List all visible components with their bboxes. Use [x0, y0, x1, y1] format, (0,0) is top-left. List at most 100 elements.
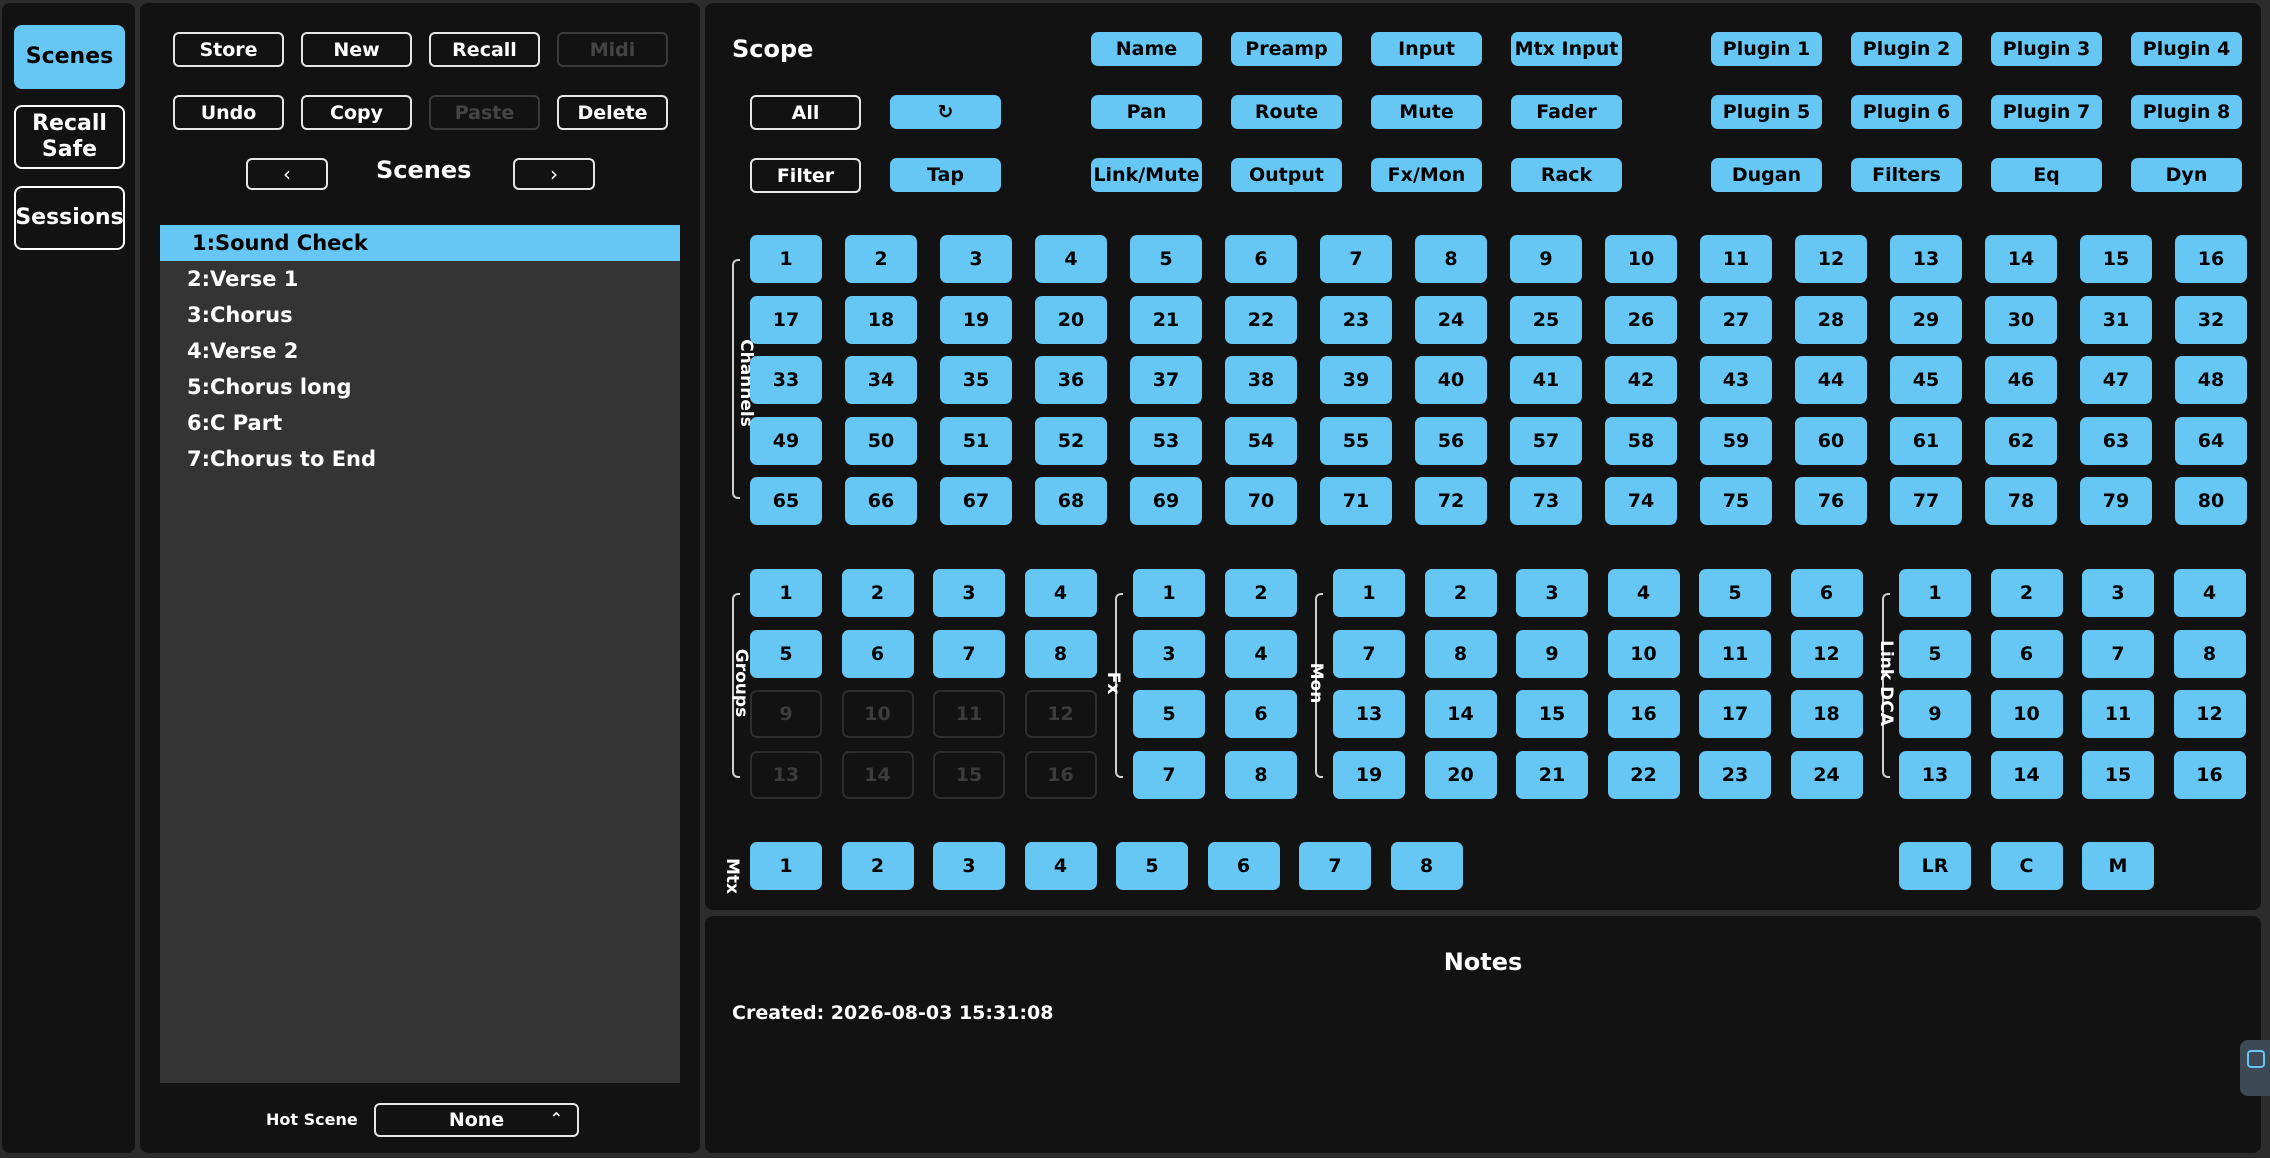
- channel-button[interactable]: 37: [1130, 356, 1202, 404]
- scene-list-item[interactable]: 3:Chorus: [160, 297, 680, 333]
- mtx-button[interactable]: 2: [841, 842, 914, 890]
- side-drawer-tab[interactable]: [2240, 1040, 2270, 1096]
- channel-button[interactable]: 65: [750, 477, 822, 525]
- channel-button[interactable]: 27: [1700, 295, 1772, 344]
- dca-button[interactable]: 10: [1990, 690, 2063, 738]
- scope-filter-button[interactable]: Plugin 4: [2131, 32, 2242, 66]
- channel-button[interactable]: 9: [1510, 235, 1582, 283]
- channel-button[interactable]: 36: [1035, 356, 1107, 404]
- main-bus-button[interactable]: M: [2082, 842, 2154, 890]
- new-button[interactable]: New: [301, 32, 412, 67]
- channel-button[interactable]: 61: [1890, 416, 1962, 465]
- channel-button[interactable]: 1: [750, 235, 822, 283]
- midi-button[interactable]: Midi: [557, 32, 668, 67]
- mon-button[interactable]: 22: [1607, 750, 1680, 799]
- channel-button[interactable]: 26: [1605, 295, 1677, 344]
- scope-filter-button[interactable]: Name: [1091, 32, 1202, 66]
- channel-button[interactable]: 30: [1985, 295, 2057, 344]
- channel-button[interactable]: 55: [1320, 416, 1392, 465]
- dca-button[interactable]: 11: [2082, 690, 2154, 738]
- channel-button[interactable]: 45: [1890, 356, 1962, 404]
- channel-button[interactable]: 50: [845, 416, 917, 465]
- delete-button[interactable]: Delete: [557, 95, 668, 130]
- scope-filter-button[interactable]: Fader: [1511, 95, 1622, 129]
- undo-button[interactable]: Undo: [173, 95, 284, 130]
- mon-button[interactable]: 9: [1516, 629, 1588, 678]
- group-button[interactable]: 8: [1024, 629, 1097, 678]
- scope-filter-button[interactable]: Eq: [1991, 158, 2102, 192]
- scope-filter-button[interactable]: Preamp: [1231, 32, 1342, 66]
- channel-button[interactable]: 73: [1510, 477, 1582, 525]
- channel-button[interactable]: 47: [2080, 356, 2152, 404]
- channel-button[interactable]: 52: [1035, 416, 1107, 465]
- channel-button[interactable]: 6: [1225, 235, 1297, 283]
- scene-list[interactable]: 1:Sound Check 2:Verse 1 3:Chorus 4:Verse 25…: [160, 225, 680, 1083]
- fx-button[interactable]: 5: [1133, 690, 1205, 738]
- mtx-button[interactable]: 6: [1207, 842, 1280, 890]
- channel-button[interactable]: 39: [1320, 356, 1392, 404]
- scope-filter-button[interactable]: Plugin 7: [1991, 95, 2102, 129]
- channel-button[interactable]: 2: [845, 235, 917, 283]
- dca-button[interactable]: 16: [2173, 750, 2246, 799]
- channel-button[interactable]: 57: [1510, 416, 1582, 465]
- mon-button[interactable]: 20: [1424, 750, 1497, 799]
- mon-button[interactable]: 4: [1607, 569, 1680, 617]
- scope-filter-button[interactable]: Input: [1371, 32, 1482, 66]
- channel-button[interactable]: 22: [1225, 295, 1297, 344]
- fx-button[interactable]: 6: [1225, 690, 1297, 738]
- dca-button[interactable]: 1: [1899, 569, 1971, 617]
- main-bus-button[interactable]: LR: [1899, 842, 1971, 890]
- group-button[interactable]: 2: [841, 569, 914, 617]
- dca-button[interactable]: 13: [1899, 750, 1971, 799]
- mon-button[interactable]: 16: [1607, 690, 1680, 738]
- next-scene-button[interactable]: ›: [513, 158, 595, 190]
- scope-filter-button[interactable]: Plugin 2: [1851, 32, 1962, 66]
- fx-button[interactable]: 3: [1133, 629, 1205, 678]
- scene-list-item[interactable]: 2:Verse 1: [160, 261, 680, 297]
- mon-button[interactable]: 13: [1333, 690, 1405, 738]
- channel-button[interactable]: 11: [1700, 235, 1772, 283]
- channel-button[interactable]: 80: [2175, 477, 2247, 525]
- channel-button[interactable]: 17: [750, 295, 822, 344]
- scene-list-item[interactable]: 4:Verse 2: [160, 333, 680, 369]
- mon-button[interactable]: 24: [1790, 750, 1863, 799]
- nav-sessions-button[interactable]: Sessions: [14, 186, 125, 250]
- scene-list-item[interactable]: 1:Sound Check: [160, 225, 680, 261]
- recall-button[interactable]: Recall: [429, 32, 540, 67]
- fx-button[interactable]: 8: [1225, 750, 1297, 799]
- channel-button[interactable]: 25: [1510, 295, 1582, 344]
- channel-button[interactable]: 53: [1130, 416, 1202, 465]
- channel-button[interactable]: 5: [1130, 235, 1202, 283]
- channel-button[interactable]: 63: [2080, 416, 2152, 465]
- mon-button[interactable]: 23: [1699, 750, 1771, 799]
- channel-button[interactable]: 28: [1795, 295, 1867, 344]
- dca-button[interactable]: 14: [1990, 750, 2063, 799]
- mon-button[interactable]: 5: [1699, 569, 1771, 617]
- paste-button[interactable]: Paste: [429, 95, 540, 130]
- channel-button[interactable]: 20: [1035, 295, 1107, 344]
- channel-button[interactable]: 44: [1795, 356, 1867, 404]
- scope-filter-button[interactable]: Route: [1231, 95, 1342, 129]
- channel-button[interactable]: 62: [1985, 416, 2057, 465]
- channel-button[interactable]: 75: [1700, 477, 1772, 525]
- dca-button[interactable]: 15: [2082, 750, 2154, 799]
- channel-button[interactable]: 8: [1415, 235, 1487, 283]
- channel-button[interactable]: 15: [2080, 235, 2152, 283]
- channel-button[interactable]: 77: [1890, 477, 1962, 525]
- mon-button[interactable]: 7: [1333, 629, 1405, 678]
- group-button[interactable]: 4: [1024, 569, 1097, 617]
- channel-button[interactable]: 18: [845, 295, 917, 344]
- nav-scenes-button[interactable]: Scenes: [14, 25, 125, 89]
- mon-button[interactable]: 15: [1516, 690, 1588, 738]
- channel-button[interactable]: 16: [2175, 235, 2247, 283]
- fx-button[interactable]: 7: [1133, 750, 1205, 799]
- dca-button[interactable]: 8: [2173, 629, 2246, 678]
- mtx-button[interactable]: 4: [1024, 842, 1097, 890]
- scope-filter-button[interactable]: Output: [1231, 158, 1342, 192]
- channel-button[interactable]: 59: [1700, 416, 1772, 465]
- channel-button[interactable]: 4: [1035, 235, 1107, 283]
- channel-button[interactable]: 14: [1985, 235, 2057, 283]
- dca-button[interactable]: 5: [1899, 629, 1971, 678]
- dca-button[interactable]: 6: [1990, 629, 2063, 678]
- channel-button[interactable]: 49: [750, 416, 822, 465]
